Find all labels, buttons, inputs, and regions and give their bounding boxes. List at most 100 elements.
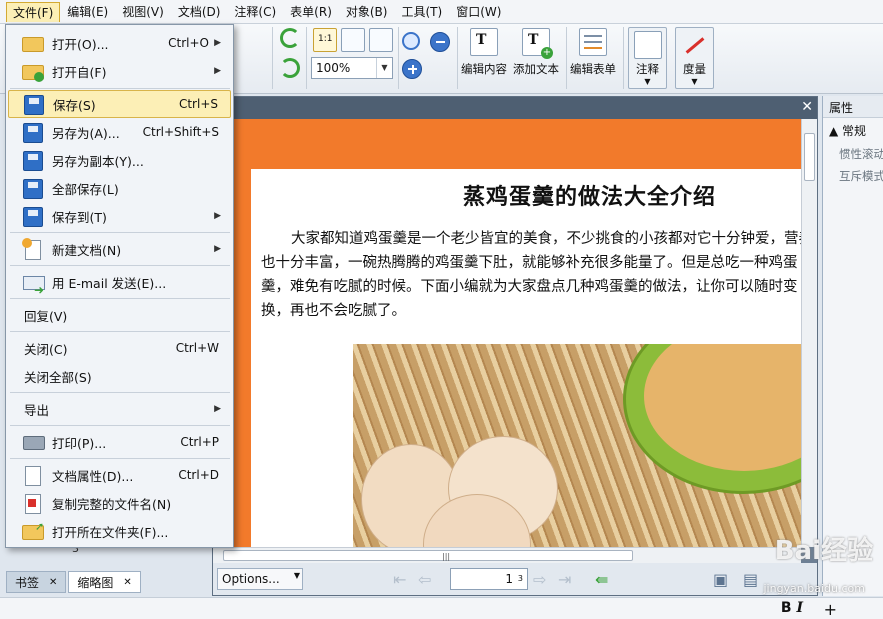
properties-panel: 属性 ▲ 常规 惯性滚动 互斥模式: [822, 96, 883, 596]
tab-thumbnails[interactable]: 缩略图 ✕: [68, 571, 141, 593]
add-text-button[interactable]: T + 添加文本: [513, 28, 559, 77]
chevron-down-icon: ▼: [376, 58, 392, 78]
previous-page-icon[interactable]: ⇦: [418, 570, 431, 589]
toolbar-separator: [457, 27, 458, 89]
watermark-url: jingyan.baidu.com: [763, 582, 865, 595]
menu-item-export[interactable]: 导出 ▶: [8, 395, 231, 423]
menu-item-save-as[interactable]: 另存为(A)... Ctrl+Shift+S: [8, 118, 231, 146]
menu-comment[interactable]: 注释(C): [227, 1, 283, 22]
menu-divider: [10, 232, 230, 233]
tab-bookmarks[interactable]: 书签 ✕: [6, 571, 67, 593]
close-icon[interactable]: ✕: [801, 99, 813, 115]
baidu-jingyan-watermark: Bai经验: [774, 536, 873, 566]
first-page-icon[interactable]: ⇤: [393, 570, 406, 589]
menu-item-save[interactable]: 保存(S) Ctrl+S: [8, 90, 231, 118]
menu-file[interactable]: 文件(F): [6, 1, 61, 22]
actual-size-icon[interactable]: 1:1: [313, 28, 337, 52]
zoom-out-icon[interactable]: [430, 32, 450, 52]
open-containing-folder-icon: ➚: [22, 520, 46, 542]
menu-item-revert[interactable]: 回复(V): [8, 301, 231, 329]
menu-item-new-document[interactable]: 新建文档(N) ▶: [8, 235, 231, 263]
options-dropdown[interactable]: Options... ▼: [217, 568, 303, 590]
menu-item-save-to[interactable]: 保存到(T) ▶: [8, 202, 231, 230]
annotate-button[interactable]: 注释 ▼: [628, 27, 667, 89]
properties-group[interactable]: ▲ 常规: [823, 118, 883, 143]
menu-edit[interactable]: 编辑(E): [60, 1, 115, 22]
menu-form[interactable]: 表单(R): [283, 1, 339, 22]
continuous-layout-icon[interactable]: ▤: [743, 570, 758, 589]
chevron-right-icon: ▶: [214, 38, 221, 48]
measure-icon: [681, 31, 709, 59]
zoom-value: 100%: [316, 61, 351, 75]
menu-item-close[interactable]: 关闭(C) Ctrl+W: [8, 334, 231, 362]
menu-item-save-copy[interactable]: 另存为副本(Y)...: [8, 146, 231, 174]
menu-item-open-containing-folder[interactable]: ➚ 打开所在文件夹(F)...: [8, 517, 231, 545]
property-row[interactable]: 惯性滚动: [823, 143, 883, 165]
save-disk-icon: [23, 93, 47, 115]
menu-item-save-all[interactable]: 全部保存(L): [8, 174, 231, 202]
document-viewport[interactable]: 蒸鸡蛋羹的做法大全介绍 大家都知道鸡蛋羹是一个老少皆宜的美食，不少挑食的小孩都对…: [213, 119, 801, 547]
last-page-icon[interactable]: ⇥: [558, 570, 571, 589]
toolbar-separator: [272, 27, 273, 89]
menu-item-open-from[interactable]: 打开自(F) ▶: [8, 57, 231, 85]
file-menu: 打开(O)... Ctrl+O ▶ 打开自(F) ▶ 保存(S) Ctrl+S …: [5, 24, 234, 548]
menu-divider: [10, 392, 230, 393]
menu-item-print[interactable]: 打印(P)... Ctrl+P: [8, 428, 231, 456]
zoom-in-tool-icon[interactable]: [402, 32, 420, 50]
edit-content-button[interactable]: T 编辑内容: [461, 28, 507, 77]
menu-item-email[interactable]: ➜ 用 E-mail 发送(E)...: [8, 268, 231, 297]
page-number-input[interactable]: 1 3: [450, 568, 528, 590]
zoom-in-icon[interactable]: [402, 59, 422, 79]
save-as-icon: [22, 121, 46, 143]
vertical-scrollbar[interactable]: [801, 119, 817, 547]
plus-icon[interactable]: +: [824, 600, 837, 619]
page-navigation-bar: Options... ▼ ⇤ ⇦ 1 3 ⇨ ⇥ ⇚ ▣ ▤: [213, 563, 817, 595]
edit-form-icon: [579, 28, 607, 56]
rotate-counterclockwise-icon[interactable]: [280, 58, 300, 78]
menu-tools[interactable]: 工具(T): [394, 1, 449, 22]
fit-width-icon[interactable]: [369, 28, 393, 52]
scroll-thumb[interactable]: [804, 133, 815, 181]
toolbar-separator: [398, 27, 399, 89]
page-layout-icon[interactable]: ▣: [713, 570, 728, 589]
menu-document[interactable]: 文档(D): [171, 1, 228, 22]
menu-item-copy-filename[interactable]: 复制完整的文件名(N): [8, 489, 231, 517]
fit-page-icon[interactable]: [341, 28, 365, 52]
chevron-down-icon: ▼: [691, 77, 698, 86]
document-title: 蒸鸡蛋羹的做法大全介绍: [463, 185, 717, 210]
next-page-icon[interactable]: ⇨: [533, 570, 546, 589]
go-back-icon[interactable]: ⇚: [595, 570, 608, 589]
menu-divider: [10, 458, 230, 459]
chevron-right-icon: ▶: [214, 404, 221, 414]
scroll-thumb[interactable]: |||: [223, 550, 633, 561]
pdf-page: 蒸鸡蛋羹的做法大全介绍 大家都知道鸡蛋羹是一个老少皆宜的美食，不少挑食的小孩都对…: [251, 169, 801, 547]
toolbar-separator: [566, 27, 567, 89]
egg-custard: [644, 344, 801, 471]
green-bowl: [623, 344, 801, 494]
menu-divider: [10, 88, 230, 89]
horizontal-scrollbar[interactable]: |||: [213, 547, 801, 563]
measure-button[interactable]: 度量 ▼: [675, 27, 714, 89]
menu-object[interactable]: 对象(B): [339, 1, 395, 22]
zoom-select[interactable]: 100% ▼: [311, 57, 393, 79]
save-copy-icon: [22, 149, 46, 171]
chevron-right-icon: ▶: [214, 244, 221, 254]
bold-button[interactable]: B I: [781, 600, 803, 616]
document-window: ✕ 蒸鸡蛋羹的做法大全介绍 大家都知道鸡蛋羹是一个老少皆宜的美食，不少挑食的小孩…: [212, 96, 818, 596]
rotate-clockwise-icon[interactable]: [280, 28, 300, 48]
menu-window[interactable]: 窗口(W): [449, 1, 508, 22]
menu-view[interactable]: 视图(V): [115, 1, 171, 22]
menu-divider: [10, 298, 230, 299]
menu-item-document-properties[interactable]: 文档属性(D)... Ctrl+D: [8, 461, 231, 489]
close-icon[interactable]: ✕: [49, 577, 57, 588]
close-icon[interactable]: ✕: [123, 577, 131, 588]
property-row[interactable]: 互斥模式: [823, 165, 883, 187]
save-to-icon: [22, 205, 46, 227]
menu-item-open[interactable]: 打开(O)... Ctrl+O ▶: [8, 29, 231, 57]
edit-content-icon: T: [470, 28, 498, 56]
page-total: 3: [517, 574, 523, 583]
chevron-right-icon: ▶: [214, 66, 221, 76]
edit-form-button[interactable]: 编辑表单: [570, 28, 616, 77]
document-properties-icon: [22, 464, 46, 486]
menu-item-close-all[interactable]: 关闭全部(S): [8, 362, 231, 390]
